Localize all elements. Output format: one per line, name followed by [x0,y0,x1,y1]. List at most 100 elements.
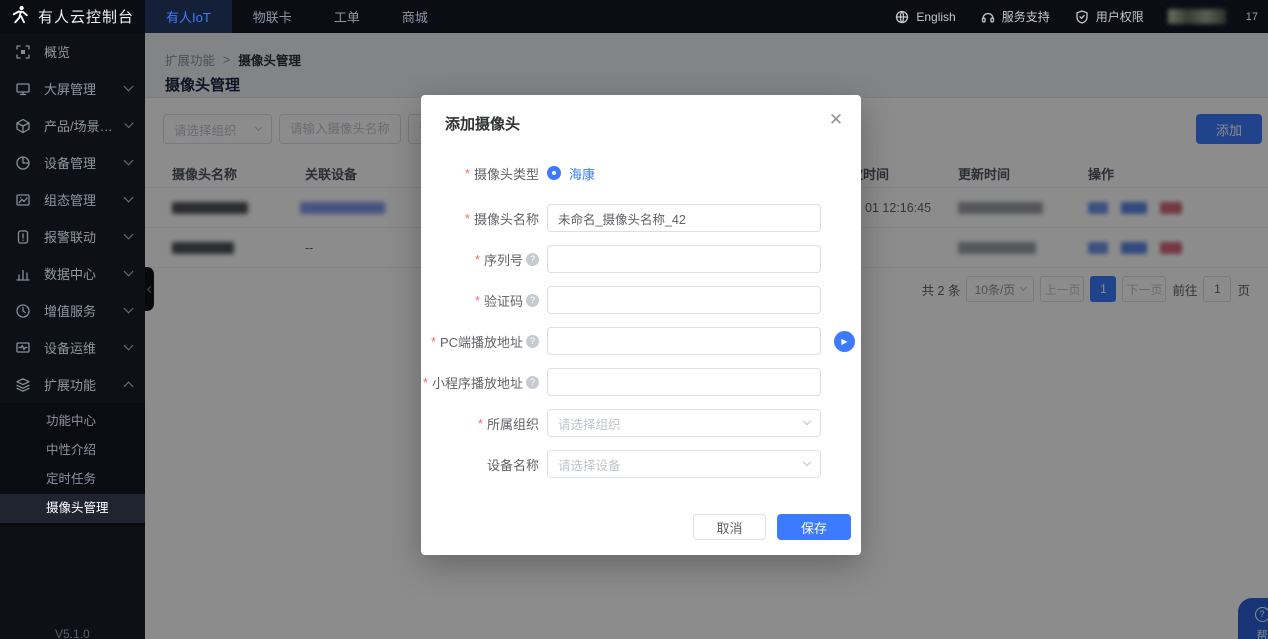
field-label: *摄像头类型 [421,164,539,183]
sidebar-item[interactable]: 报警联动 [0,218,145,255]
required-asterisk: * [431,334,436,349]
info-icon[interactable]: ? [526,253,539,266]
sidebar-item-label: 产品/场景管理 [44,116,113,135]
logo-person-icon [10,4,30,29]
header-right-menu: English服务支持用户权限17 [894,8,1268,25]
device-icon [15,155,31,171]
chevron-down-icon [803,458,811,466]
header-tab[interactable]: 物联卡 [232,0,313,33]
sidebar-item[interactable]: 概览 [0,33,145,70]
chevron-down-icon [124,193,134,203]
modal-footer: 取消 保存 [421,514,861,540]
field-select[interactable]: 请选择设备 [547,450,821,478]
screen-icon [15,81,31,97]
header-menu-label: 服务支持 [1002,8,1050,25]
radio-selected[interactable] [547,166,561,180]
header-menu-item[interactable]: English [894,9,955,25]
sidebar-item[interactable]: 设备运维 [0,329,145,366]
chevron-down-icon [124,82,134,92]
close-icon[interactable]: ✕ [825,109,847,131]
header-menu-label: 用户权限 [1096,8,1144,25]
sidebar-item-label: 组态管理 [44,190,96,209]
sidebar-subitem[interactable]: 中性介绍 [0,436,145,465]
radio-option-label[interactable]: 海康 [569,164,595,183]
field-control [547,368,821,396]
field-label-text: PC端播放地址 [440,332,523,351]
field-label: 设备名称 [421,455,539,474]
sidebar-item-label: 概览 [44,42,70,61]
version-label: V5.1.0 [55,627,90,639]
field-label: *所属组织 [421,414,539,433]
field-label: * 验证码? [421,291,539,310]
sidebar-item-label: 增值服务 [44,301,96,320]
app-logo: 有人云控制台 [0,4,145,29]
scada-icon [15,192,31,208]
field-select[interactable]: 请选择组织 [547,409,821,437]
field-control: 海康 [547,164,595,183]
field-input[interactable] [547,245,821,273]
chevron-down-icon [124,267,134,277]
sidebar-subitem[interactable]: 定时任务 [0,465,145,494]
field-input[interactable] [547,204,821,232]
sidebar-submenu: 功能中心中性介绍定时任务摄像头管理 [0,403,145,527]
select-placeholder: 请选择组织 [558,414,621,433]
field-control [547,245,821,273]
header-menu-label: English [916,10,955,24]
sidebar-item[interactable]: 组态管理 [0,181,145,218]
field-input[interactable] [547,286,821,314]
chevron-down-icon [124,156,134,166]
field-label: *摄像头名称 [421,209,539,228]
field-input[interactable] [547,327,821,355]
headset-icon [980,9,996,25]
sidebar-item[interactable]: 大屏管理 [0,70,145,107]
header-menu-item[interactable]: 服务支持 [980,8,1050,25]
sidebar-subitem[interactable]: 功能中心 [0,407,145,436]
field-label-text: 验证码 [484,291,523,310]
sidebar-item[interactable]: 数据中心 [0,255,145,292]
header-tab[interactable]: 商城 [381,0,449,33]
overview-icon [15,44,31,60]
header-tab[interactable]: 工单 [313,0,381,33]
modal-title: 添加摄像头 [445,113,520,134]
info-icon[interactable]: ? [526,294,539,307]
add-camera-modal: 添加摄像头 ✕ *摄像头类型 海康 *摄像头名称 * 序列号? * 验证码? * PC端播放地址… [421,95,861,555]
form-row: * 验证码? [421,286,861,314]
sidebar-item[interactable]: 产品/场景管理 [0,107,145,144]
info-icon[interactable]: ? [526,376,539,389]
field-control: 请选择组织 [547,409,821,437]
field-control [547,204,821,232]
sidebar-item-label: 数据中心 [44,264,96,283]
field-input[interactable] [547,368,821,396]
field-label: * 序列号? [421,250,539,269]
required-asterisk: * [475,293,480,308]
form-row: 设备名称请选择设备 [421,450,861,478]
sidebar-item[interactable]: 扩展功能 [0,366,145,403]
modal-form: *摄像头类型海康*摄像头名称*序列号?*验证码?*PC端播放地址?▶*小程序播放… [421,159,861,491]
top-header: 有人云控制台 有人IoT物联卡工单商城 English服务支持用户权限17 [0,0,1268,33]
chevron-down-icon [124,230,134,240]
field-label-text: 设备名称 [487,455,539,474]
sidebar-item[interactable]: 增值服务 [0,292,145,329]
sidebar-subitem[interactable]: 摄像头管理 [0,494,145,523]
chevron-down-icon [803,417,811,425]
form-row: * 序列号? [421,245,861,273]
cancel-button[interactable]: 取消 [693,514,766,540]
save-button[interactable]: 保存 [777,514,851,540]
header-menu-item[interactable]: 用户权限 [1074,8,1144,25]
play-button[interactable]: ▶ [834,331,855,352]
sidebar-item-label: 设备运维 [44,338,96,357]
extension-icon [15,377,31,393]
required-asterisk: * [475,252,480,267]
field-label-text: 序列号 [484,250,523,269]
sidebar-item-label: 报警联动 [44,227,96,246]
globe-icon [894,9,910,25]
sidebar-item-label: 扩展功能 [44,375,96,394]
vas-icon [15,303,31,319]
field-label-text: 摄像头类型 [474,164,539,183]
chevron-down-icon [124,304,134,314]
info-icon[interactable]: ? [526,335,539,348]
header-tab[interactable]: 有人IoT [145,0,232,33]
masked-username[interactable] [1168,9,1226,24]
field-label: * PC端播放地址? [421,332,539,351]
sidebar-item[interactable]: 设备管理 [0,144,145,181]
